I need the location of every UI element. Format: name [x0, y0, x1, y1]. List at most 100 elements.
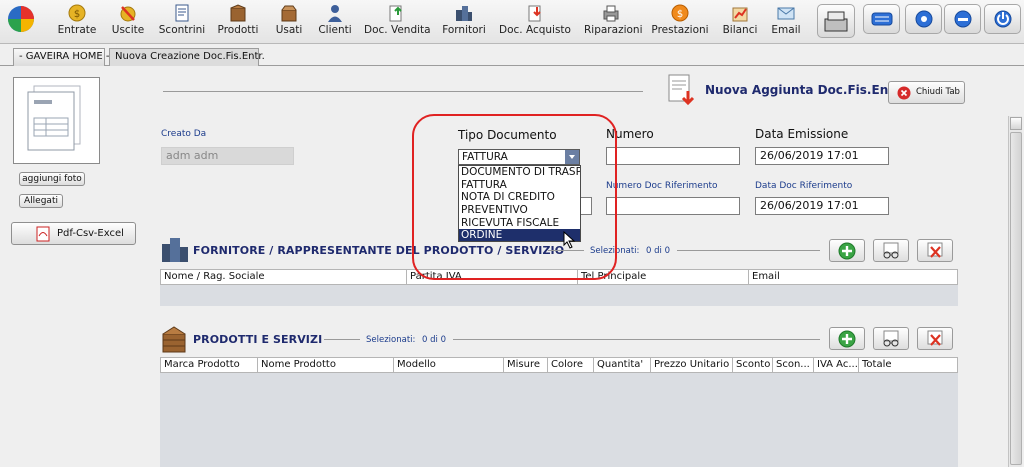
close-tab-button[interactable]: Chiudi Tab	[888, 81, 965, 104]
minimize-button[interactable]	[944, 4, 981, 34]
new-document-icon	[668, 74, 695, 106]
toolbar-label: Usati	[275, 24, 303, 36]
supplier-table-body[interactable]	[160, 285, 958, 306]
products-column-header[interactable]: Marca Prodotto	[161, 358, 258, 373]
highlight-annotation	[412, 114, 617, 280]
toolbar-bilanci[interactable]: Bilanci	[720, 0, 760, 44]
toolbar-riparazioni[interactable]: Riparazioni	[584, 0, 643, 44]
products-column-header[interactable]: Scon...	[773, 358, 814, 373]
glasses-icon	[883, 330, 899, 347]
divider	[677, 250, 820, 251]
toolbar-uscite[interactable]: Uscite	[108, 0, 148, 44]
document-preview-icon	[27, 85, 81, 151]
supplier-icon	[456, 6, 472, 21]
money-bag-icon	[120, 6, 136, 22]
document-arrow-up-icon	[389, 5, 402, 22]
power-button[interactable]	[984, 4, 1021, 34]
products-view-button[interactable]	[873, 327, 909, 350]
keyboard-button[interactable]	[863, 4, 900, 34]
products-column-header[interactable]: Modello	[394, 358, 504, 373]
products-column-header[interactable]: Nome Prodotto	[258, 358, 394, 373]
gear-icon	[915, 10, 932, 28]
ref-date-label: Data Doc Riferimento	[755, 181, 853, 191]
supplier-column-header[interactable]: Nome / Rag. Sociale	[161, 270, 407, 285]
settings-button[interactable]	[905, 4, 942, 34]
keyboard-icon	[871, 12, 892, 26]
add-icon	[838, 242, 856, 260]
attachments-button[interactable]: Allegati	[19, 194, 63, 208]
tab-home[interactable]: - GAVEIRA HOME -	[13, 48, 110, 66]
app-logo-icon[interactable]	[6, 4, 36, 34]
email-icon	[777, 7, 795, 20]
toolbar-label: Bilanci	[722, 24, 758, 36]
toolbar-prestazioni[interactable]: $ Prestazioni	[651, 0, 709, 44]
supplier-column-header[interactable]: Email	[749, 270, 957, 285]
products-column-header[interactable]: Sconto	[733, 358, 773, 373]
main-toolbar: $ Entrate Uscite Scontrini Prodotti Usat…	[0, 0, 1024, 44]
add-icon	[838, 330, 856, 348]
toolbar-fornitori[interactable]: Fornitori	[440, 0, 488, 44]
ref-date-input[interactable]: 26/06/2019 17:01	[755, 197, 889, 215]
glasses-icon	[883, 242, 899, 259]
products-table-body[interactable]	[160, 373, 958, 467]
gear-coin-icon: $	[671, 4, 689, 22]
coins-icon: $	[68, 4, 86, 22]
number-input[interactable]	[606, 147, 740, 165]
toolbar-doc-acquisto[interactable]: Doc. Acquisto	[499, 0, 571, 44]
export-pdf-csv-excel-button[interactable]: Pdf-Csv-Excel	[11, 222, 136, 245]
toolbar-doc-vendita[interactable]: Doc. Vendita	[364, 0, 431, 44]
photo-thumbnail[interactable]	[13, 77, 100, 164]
cash-register-button[interactable]	[817, 4, 855, 38]
products-column-header[interactable]: Colore	[548, 358, 594, 373]
document-arrow-down-icon	[528, 5, 541, 22]
toolbar-scontrini[interactable]: Scontrini	[158, 0, 206, 44]
supplier-add-button[interactable]	[829, 239, 865, 262]
toolbar-label: Prestazioni	[651, 24, 709, 36]
delete-icon	[927, 242, 943, 258]
toolbar-prodotti[interactable]: Prodotti	[216, 0, 260, 44]
svg-text:$: $	[74, 9, 80, 20]
ref-number-label: Numero Doc Riferimento	[606, 181, 718, 191]
divider	[453, 339, 820, 340]
products-section-icon	[162, 326, 186, 353]
products-column-header[interactable]: Misure	[504, 358, 548, 373]
add-photo-button[interactable]: aggiungi foto	[19, 172, 85, 186]
user-icon	[328, 5, 342, 22]
products-column-header[interactable]: Prezzo Unitario	[651, 358, 733, 373]
main-panel: aggiungi foto Allegati Pdf-Csv-Excel Nuo…	[0, 66, 1024, 467]
products-column-header[interactable]: Totale	[859, 358, 957, 373]
svg-text:$: $	[677, 9, 683, 20]
tab-new-document[interactable]: Nuova Creazione Doc.Fis.Entr.	[109, 48, 265, 66]
toolbar-email[interactable]: Email	[771, 0, 801, 44]
toolbar-label: Clienti	[318, 24, 352, 36]
products-column-header[interactable]: Quantita'	[594, 358, 651, 373]
chart-icon	[732, 7, 748, 22]
issue-date-input[interactable]: 26/06/2019 17:01	[755, 147, 889, 165]
products-selected-label: Selezionati:	[366, 335, 416, 345]
toolbar-entrate[interactable]: $ Entrate	[55, 0, 99, 44]
pdf-icon	[36, 226, 50, 242]
created-by-label: Creato Da	[161, 129, 207, 139]
ref-number-input[interactable]	[606, 197, 740, 215]
products-column-header[interactable]: IVA Ac...	[814, 358, 859, 373]
cash-register-icon	[824, 11, 848, 32]
delete-icon	[927, 330, 943, 346]
products-delete-button[interactable]	[917, 327, 953, 350]
box-icon	[230, 4, 246, 22]
scroll-up-button[interactable]	[1010, 117, 1022, 130]
close-icon	[897, 86, 911, 100]
page-title: Nuova Aggiunta Doc.Fis.Entr.	[705, 83, 903, 97]
toolbar-label: Entrate	[57, 24, 97, 36]
toolbar-label: Doc. Acquisto	[499, 24, 571, 36]
products-add-button[interactable]	[829, 327, 865, 350]
supplier-view-button[interactable]	[873, 239, 909, 262]
toolbar-label: Prodotti	[217, 24, 259, 36]
vertical-scrollbar[interactable]	[1008, 116, 1022, 467]
toolbar-label: Scontrini	[158, 24, 206, 36]
printer-icon	[603, 5, 619, 22]
supplier-delete-button[interactable]	[917, 239, 953, 262]
scroll-thumb[interactable]	[1010, 132, 1022, 465]
products-selected-count: 0 di 0	[422, 335, 446, 345]
toolbar-usati[interactable]: Usati	[271, 0, 307, 44]
toolbar-clienti[interactable]: Clienti	[315, 0, 355, 44]
